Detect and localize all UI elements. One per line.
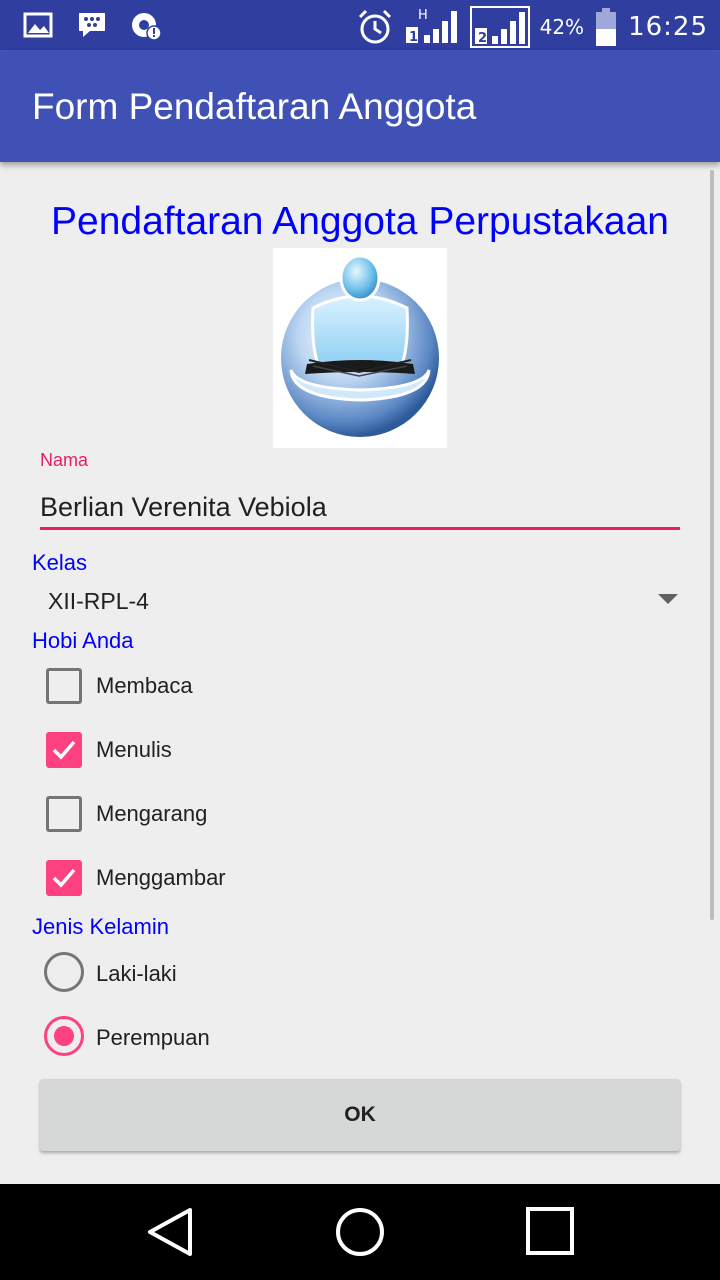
dropdown-arrow-icon — [658, 594, 678, 604]
checkbox-membaca[interactable]: Membaca — [46, 666, 446, 706]
checkbox-unchecked-icon[interactable] — [46, 668, 82, 704]
checkbox-checked-icon[interactable] — [46, 732, 82, 768]
bbm-icon — [76, 9, 108, 41]
nama-label: Nama — [40, 450, 89, 470]
radio-laki-laki[interactable]: Laki-laki — [44, 952, 444, 992]
radio-selected-icon[interactable] — [44, 1016, 84, 1056]
kelas-spinner[interactable]: XII-RPL-4 — [40, 582, 684, 622]
battery-percent: 42% — [539, 15, 585, 39]
clock: 16:25 — [628, 12, 708, 42]
checkbox-label: Membaca — [96, 673, 193, 698]
ok-button[interactable]: OK — [40, 1079, 680, 1151]
checkbox-checked-icon[interactable] — [46, 860, 82, 896]
app-bar-title: Form Pendaftaran Anggota — [32, 86, 477, 127]
checkbox-menggambar[interactable]: Menggambar — [46, 858, 446, 898]
battery-icon — [594, 7, 618, 47]
scrollbar[interactable] — [710, 170, 714, 920]
checkbox-unchecked-icon[interactable] — [46, 796, 82, 832]
svg-text:2: 2 — [478, 31, 487, 46]
page-heading: Pendaftaran Anggota Perpustakaan — [51, 200, 669, 243]
image-icon — [22, 9, 54, 41]
network-type-label: H — [418, 8, 428, 23]
form-content[interactable]: Pendaftaran Anggota Perpustakaan Nama Be… — [0, 162, 720, 1184]
recents-icon[interactable] — [520, 1206, 580, 1258]
signal-sim2-icon: 2 — [469, 6, 530, 48]
checkbox-label: Mengarang — [96, 801, 208, 826]
kelas-selected-value: XII-RPL-4 — [48, 588, 149, 614]
nama-input[interactable] — [40, 478, 680, 530]
radio-perempuan[interactable]: Perempuan — [44, 1016, 444, 1056]
checkbox-label: Menggambar — [96, 865, 226, 890]
app-bar: Form Pendaftaran Anggota — [0, 50, 720, 162]
checkbox-menulis[interactable]: Menulis — [46, 730, 446, 770]
svg-text:1: 1 — [409, 30, 418, 45]
alarm-icon — [356, 8, 394, 46]
checkbox-label: Menulis — [96, 737, 172, 762]
checkbox-mengarang[interactable]: Mengarang — [46, 794, 446, 834]
radio-unselected-icon[interactable] — [44, 952, 84, 992]
status-bar: H1 2 42% 16:25 — [0, 0, 720, 50]
signal-icon: H1 — [404, 7, 460, 47]
library-logo — [273, 248, 447, 448]
jenis-kelamin-label: Jenis Kelamin — [32, 914, 169, 939]
home-icon[interactable] — [330, 1206, 390, 1258]
radio-label: Laki-laki — [96, 961, 177, 986]
navigation-bar — [0, 1184, 720, 1280]
hobi-label: Hobi Anda — [32, 628, 134, 653]
radio-label: Perempuan — [96, 1025, 210, 1050]
alert-icon — [130, 9, 162, 41]
back-icon[interactable] — [142, 1206, 202, 1258]
kelas-label: Kelas — [32, 550, 88, 575]
